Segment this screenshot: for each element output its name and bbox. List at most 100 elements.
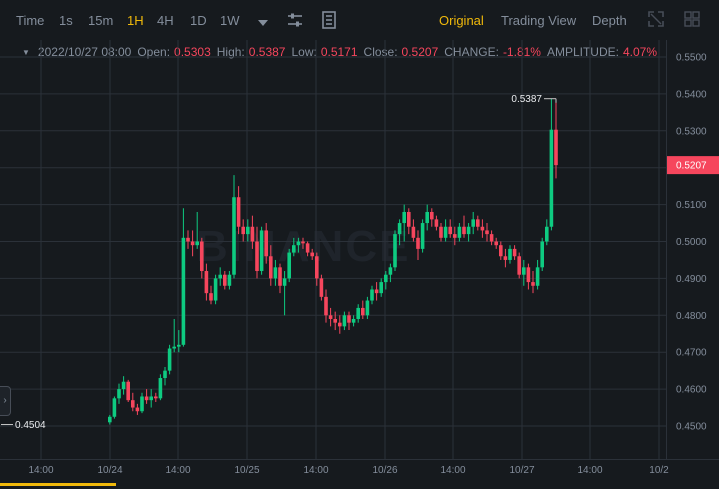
candle-body [443, 226, 448, 238]
candle-body [108, 416, 112, 423]
y-tick-label: 0.4800 [676, 311, 707, 322]
candle-body [545, 226, 549, 242]
candle-body [278, 267, 282, 286]
min-price-label: 0.4504 [15, 420, 46, 431]
candle-body [163, 370, 167, 379]
x-tick-label: 10/25 [234, 465, 259, 476]
candle-body [453, 234, 457, 238]
last-price-label: 0.5207 [676, 161, 707, 172]
candle-body [305, 243, 310, 253]
y-tick-label: 0.5100 [676, 200, 707, 211]
candle-body [503, 256, 508, 260]
x-tick-label: 10/24 [97, 465, 122, 476]
candle-body [480, 226, 485, 231]
candle-body [384, 274, 388, 283]
candle-body [218, 274, 222, 279]
candle-body [466, 226, 471, 235]
candle-body [154, 396, 158, 399]
candle-body [236, 197, 241, 227]
candle-body [204, 271, 209, 294]
candle-body [269, 256, 273, 279]
x-tick-label: 10/2 [649, 465, 669, 476]
candle-body [190, 241, 195, 246]
candle-body [144, 396, 149, 401]
candle-body [227, 274, 232, 286]
candle-body [140, 396, 144, 412]
candle-body [365, 300, 370, 316]
candle-body [273, 267, 278, 279]
candle-body [512, 248, 517, 257]
candle-body [402, 211, 406, 224]
candle-body [549, 129, 554, 227]
y-tick-label: 0.5500 [676, 53, 707, 64]
candle-body [158, 378, 163, 399]
candle-body [485, 230, 489, 235]
candle-body [200, 241, 204, 272]
scroll-left-chevron-icon[interactable]: › [0, 386, 11, 416]
x-tick-label: 14:00 [28, 465, 53, 476]
candle-body [471, 219, 475, 227]
y-tick-label: 0.4700 [676, 348, 707, 359]
candle-body [434, 219, 439, 227]
candle-body [209, 293, 213, 301]
candle-body [255, 241, 259, 272]
candle-body [241, 226, 245, 235]
candle-body [213, 278, 218, 301]
candle-body [379, 282, 383, 294]
x-tick-label: 14:00 [577, 465, 602, 476]
candle-body [287, 252, 291, 279]
candle-body [531, 282, 535, 286]
candle-body [186, 237, 190, 242]
candle-body [296, 241, 301, 246]
candle-body [494, 241, 498, 246]
candle-body [301, 241, 305, 244]
candle-body [292, 245, 296, 253]
candle-body [526, 267, 531, 283]
candle-body [135, 407, 140, 412]
candle-body [250, 226, 255, 242]
candlestick-chart[interactable]: 0.4500 0.4600 0.4700 0.4800 0.4900 0.5000 0.51… [0, 0, 719, 489]
candle-body [338, 322, 342, 327]
y-tick-label: 0.4900 [676, 274, 707, 285]
y-tick-label: 0.5300 [676, 126, 707, 137]
candle-body [324, 296, 328, 316]
y-tick-label: 0.5000 [676, 237, 707, 248]
x-tick-label: 10/27 [509, 465, 534, 476]
candle-body [393, 234, 397, 268]
candle-body [121, 381, 126, 390]
candle-body [112, 398, 117, 417]
candle-body [522, 267, 526, 275]
candle-body [310, 252, 314, 257]
candle-body [457, 226, 462, 238]
candle-body [448, 226, 452, 235]
candle-body [476, 219, 480, 227]
x-tick-label: 14:00 [440, 465, 465, 476]
candle-body [388, 267, 393, 275]
candle-body [195, 241, 199, 246]
candle-body [246, 226, 250, 235]
candle-body [508, 248, 512, 260]
candle-body [264, 230, 268, 257]
x-tick-label: 14:00 [165, 465, 190, 476]
candle-body [282, 278, 287, 286]
candle-body [167, 348, 172, 371]
y-tick-label: 0.4500 [676, 422, 707, 433]
candle-body [397, 223, 402, 235]
candle-body [172, 346, 176, 349]
candle-body [425, 211, 429, 224]
candle-body [351, 318, 356, 323]
candle-body [374, 289, 379, 294]
candle-body [347, 315, 351, 323]
candle-body [319, 278, 324, 297]
y-tick-label: 0.4600 [676, 385, 707, 396]
candle-body [149, 396, 153, 401]
candle-body [181, 237, 186, 345]
candle-body [517, 256, 521, 275]
candle-body [535, 267, 540, 286]
active-tab-indicator [0, 483, 116, 486]
x-tick-label: 10/26 [372, 465, 397, 476]
candle-body [420, 223, 425, 249]
candle-body [489, 234, 494, 242]
candle-body [126, 381, 130, 401]
candle-body [462, 226, 466, 235]
